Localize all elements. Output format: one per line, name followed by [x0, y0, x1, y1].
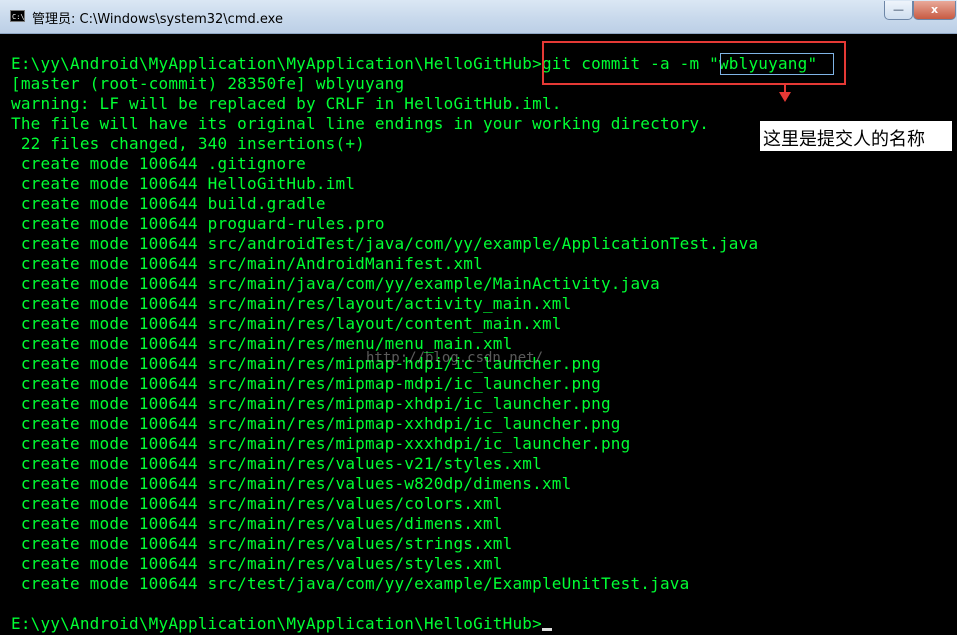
console-line: create mode 100644 src/main/res/layout/c… [11, 314, 562, 333]
console-line: create mode 100644 src/main/res/values-v… [11, 454, 542, 473]
console-line: create mode 100644 src/main/res/mipmap-x… [11, 434, 631, 453]
console-line: The file will have its original line end… [11, 114, 710, 133]
arrow-down-icon [779, 92, 791, 102]
console-line: create mode 100644 src/androidTest/java/… [11, 234, 759, 253]
console-line: create mode 100644 proguard-rules.pro [11, 214, 385, 233]
window-title: 管理员: C:\Windows\system32\cmd.exe [32, 12, 283, 27]
close-button[interactable]: x [913, 1, 956, 20]
console-line: 22 files changed, 340 insertions(+) [11, 134, 365, 153]
console-line: warning: LF will be replaced by CRLF in … [11, 94, 562, 113]
author-name-highlight [720, 53, 834, 75]
console-line: create mode 100644 HelloGitHub.iml [11, 174, 356, 193]
console-line: create mode 100644 src/main/res/mipmap-x… [11, 414, 621, 433]
annotation-note: 这里是提交人的名称 [763, 129, 925, 150]
console-line: create mode 100644 src/main/res/layout/a… [11, 294, 572, 313]
cmd-icon: C:\ [10, 10, 25, 22]
watermark: http://blog.csdn.net/ [366, 350, 544, 366]
console-line: create mode 100644 build.gradle [11, 194, 326, 213]
console-line: create mode 100644 src/test/java/com/yy/… [11, 574, 690, 593]
minimize-icon: — [893, 3, 904, 16]
console-line: create mode 100644 src/main/res/values/d… [11, 514, 503, 533]
console-line: create mode 100644 src/main/java/com/yy/… [11, 274, 660, 293]
console-output: E:\yy\Android\MyApplication\MyApplicatio… [11, 54, 817, 634]
console-line: E:\yy\Android\MyApplication\MyApplicatio… [11, 614, 817, 634]
console-line: create mode 100644 src/main/res/mipmap-x… [11, 394, 611, 413]
console-line: create mode 100644 src/main/res/values/s… [11, 554, 503, 573]
console-line: create mode 100644 .gitignore [11, 154, 306, 173]
title-bar[interactable]: C:\ 管理员: C:\Windows\system32\cmd.exe — x [0, 0, 957, 34]
console-line: create mode 100644 src/main/AndroidManif… [11, 254, 483, 273]
console-line: create mode 100644 src/main/res/values-w… [11, 474, 572, 493]
console-line: create mode 100644 src/main/res/values/s… [11, 534, 513, 553]
console-line: create mode 100644 src/main/res/values/c… [11, 494, 503, 513]
console-line: create mode 100644 src/main/res/mipmap-m… [11, 374, 601, 393]
minimize-button[interactable]: — [884, 1, 913, 20]
close-icon: x [930, 3, 939, 16]
text-cursor [541, 628, 552, 631]
